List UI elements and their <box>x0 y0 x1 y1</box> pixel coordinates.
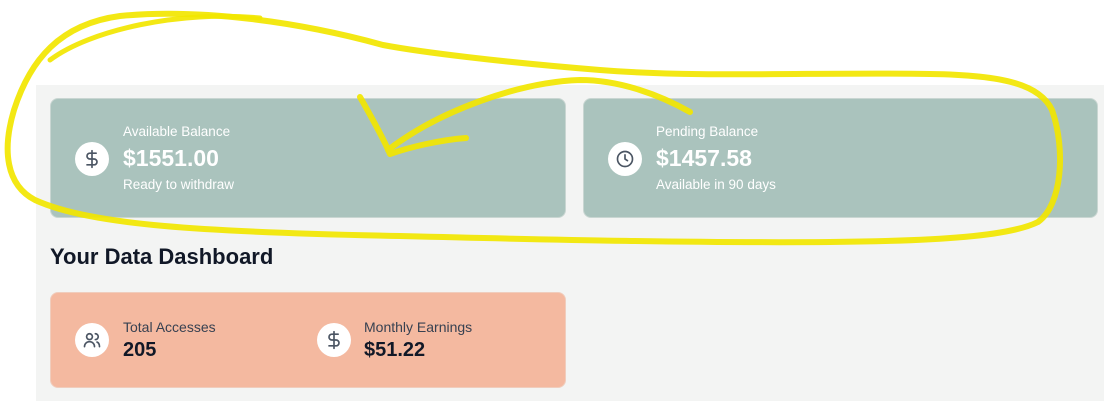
available-balance-label: Available Balance <box>123 124 231 139</box>
pending-balance-subtext: Available in 90 days <box>656 177 776 192</box>
dashboard-title: Your Data Dashboard <box>50 244 274 269</box>
dollar-icon <box>75 142 109 176</box>
users-icon <box>75 323 109 357</box>
pending-balance-amount: $1457.58 <box>656 145 752 171</box>
total-accesses-value: 205 <box>123 339 157 361</box>
pending-balance-card: Pending Balance $1457.58 Available in 90… <box>583 98 1098 218</box>
clock-icon <box>608 142 642 176</box>
available-balance-card: Available Balance $1551.00 Ready to with… <box>50 98 566 218</box>
dollar-icon <box>317 323 351 357</box>
total-accesses-label: Total Accesses <box>123 319 216 335</box>
available-balance-amount: $1551.00 <box>123 145 219 171</box>
available-balance-subtext: Ready to withdraw <box>123 177 235 192</box>
pending-balance-label: Pending Balance <box>656 124 759 139</box>
monthly-earnings-label: Monthly Earnings <box>364 319 473 335</box>
monthly-earnings-value: $51.22 <box>364 339 426 361</box>
stats-card: Total Accesses 205 Monthly Earnings $51.… <box>50 292 566 388</box>
